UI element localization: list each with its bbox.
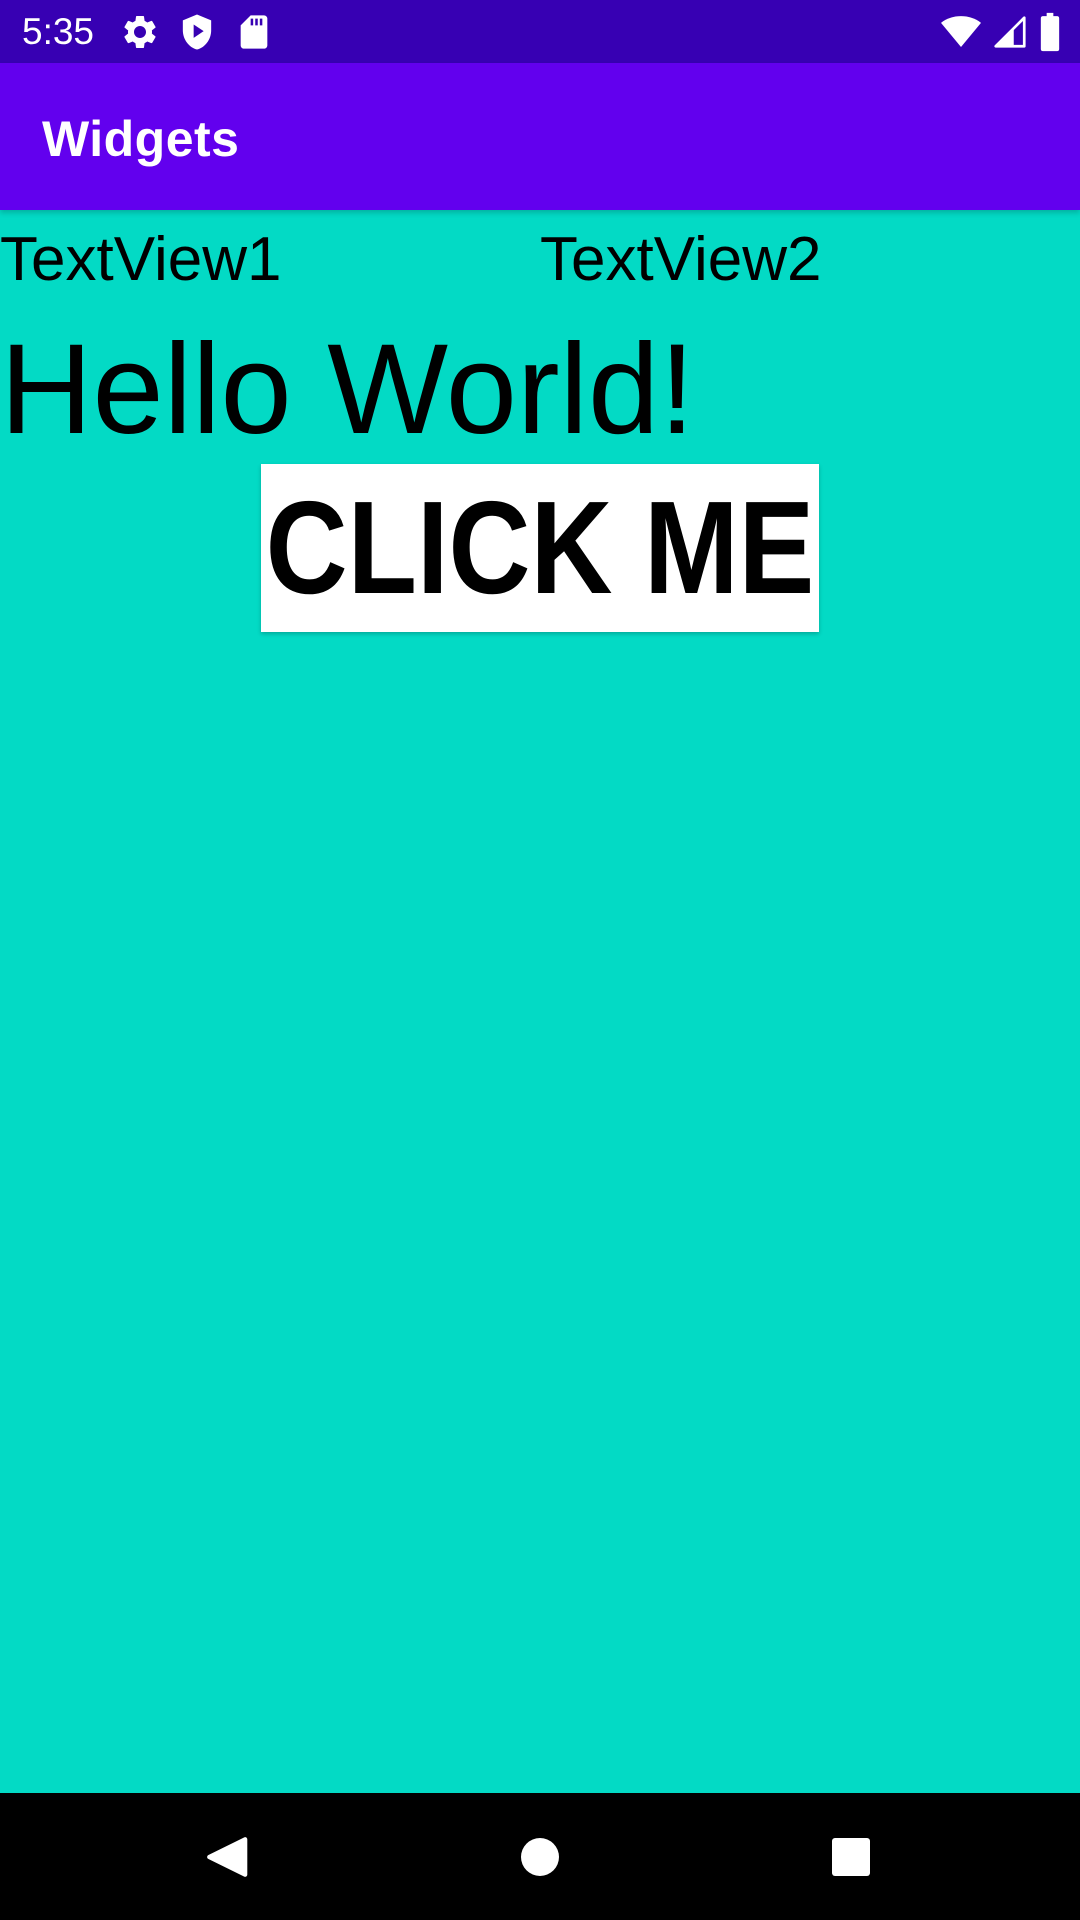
click-me-button[interactable]: CLICK ME (261, 464, 819, 632)
battery-icon (1040, 12, 1060, 52)
wifi-icon (941, 16, 981, 47)
play-protect-icon (182, 14, 212, 50)
app-title: Widgets (42, 111, 240, 167)
click-me-button-label: CLICK ME (265, 474, 815, 621)
status-bar: 5:35 (0, 0, 1080, 63)
textview-2: TextView2 (540, 225, 822, 294)
status-notification-icons (120, 12, 291, 52)
navigation-bar (0, 1793, 1080, 1920)
back-icon (207, 1837, 248, 1877)
app-bar: Widgets (0, 63, 1080, 210)
recents-icon (832, 1838, 870, 1876)
recents-button[interactable] (816, 1822, 886, 1892)
main-content: TextView1 TextView2 Hello World! CLICK M… (0, 210, 1080, 1793)
textview-1: TextView1 (0, 225, 282, 294)
status-time: 5:35 (22, 11, 95, 52)
cellular-signal-icon (994, 16, 1026, 48)
gear-icon (124, 15, 156, 48)
home-button[interactable] (505, 1822, 575, 1892)
back-button[interactable] (191, 1822, 261, 1892)
sd-card-icon (240, 15, 268, 49)
home-icon (521, 1838, 559, 1876)
status-system-icons (930, 12, 1062, 52)
hello-world-text: Hello World! (0, 318, 695, 461)
